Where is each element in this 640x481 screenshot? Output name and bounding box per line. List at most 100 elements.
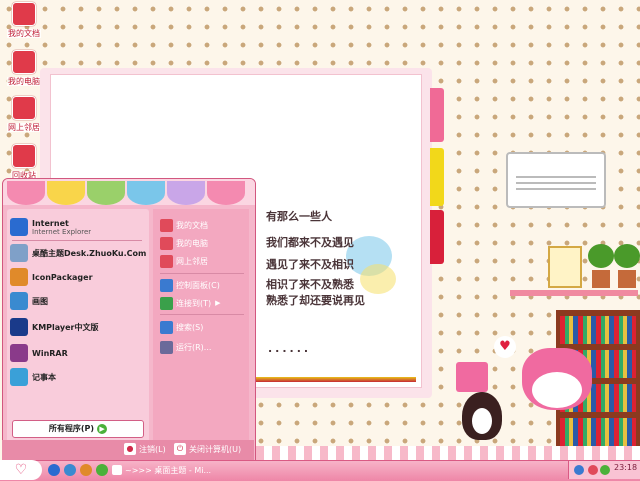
submenu-arrow-icon: ▶ [215, 299, 221, 307]
heart-icon: ♡ [14, 462, 28, 478]
connect-icon [160, 296, 173, 310]
winrar-icon [10, 344, 28, 362]
item-title: 桌酷主题Desk.ZhuoKu.Com [32, 248, 146, 258]
network-icon [12, 96, 36, 120]
desktop-icon-network[interactable]: 网上邻居 [4, 96, 44, 133]
volume-tray-icon[interactable] [588, 465, 598, 475]
start-button[interactable]: ♡ [0, 460, 42, 480]
item-title: Internet [32, 218, 69, 228]
run-icon [160, 340, 173, 354]
wall-shelf [510, 290, 638, 296]
checkered-floor [256, 446, 640, 460]
paint-splash [360, 264, 396, 294]
all-programs-label: 所有程序(P) [48, 424, 95, 433]
item-label: 控制面板(C) [176, 280, 220, 290]
item-label: 搜索(S) [176, 322, 204, 332]
plant-pot-illustration [588, 244, 614, 290]
item-title: IconPackager [32, 272, 93, 282]
desktop-icon-recycle-bin[interactable]: 回收站 [4, 144, 44, 181]
start-item-run[interactable]: 运行(R)... [160, 338, 246, 356]
start-item-notepad[interactable]: 记事本 [10, 366, 146, 388]
start-item-search[interactable]: 搜索(S) [160, 318, 246, 336]
search-icon [160, 320, 173, 334]
start-item-connect-to[interactable]: 连接到(T) ▶ [160, 294, 246, 312]
desktop-icon-label: 我的文档 [7, 29, 41, 38]
wallpaper-text-line: 遇见了来不及相识 [266, 258, 354, 271]
quicklaunch-app-icon[interactable] [96, 464, 108, 476]
recycle-bin-icon [12, 144, 36, 168]
wallpaper-text-line: 相识了来不及熟悉 [266, 278, 354, 291]
item-subtitle: Internet Explorer [32, 227, 92, 236]
air-conditioner-illustration [506, 152, 606, 208]
computer-icon [160, 236, 173, 250]
iconpackager-icon [10, 268, 28, 286]
logoff-label: 注销(L) [139, 444, 166, 454]
start-menu-header [3, 179, 255, 205]
penguin-illustration [462, 392, 502, 440]
zhuoku-icon [10, 244, 28, 262]
start-item-my-documents[interactable]: 我的文档 [160, 216, 246, 234]
all-programs-button[interactable]: 所有程序(P) ▶ [12, 420, 144, 438]
wallpaper-dots: ...... [268, 342, 312, 355]
notebook-bottom-bar [240, 377, 416, 382]
start-item-my-computer[interactable]: 我的电脑 [160, 234, 246, 252]
network-icon [160, 254, 173, 268]
menu-separator [160, 273, 244, 274]
notepad-icon [10, 368, 28, 386]
qq-tray-icon[interactable] [600, 465, 610, 475]
desktop-icon-label: 网上邻居 [7, 123, 41, 132]
start-item-kmplayer[interactable]: KMPlayer中文版 [10, 316, 146, 338]
kmplayer-icon [10, 318, 28, 336]
folder-icon [12, 2, 36, 26]
item-label: 网上邻居 [176, 256, 208, 266]
menu-separator [160, 314, 244, 315]
wallpaper-text-line: 我们都来不及遇见 [266, 236, 354, 249]
start-item-iconpackager[interactable]: IconPackager [10, 266, 146, 288]
taskbar-item[interactable]: ~>>> 桌面主题 - Mi... [112, 462, 211, 478]
item-label: 连接到(T) [176, 298, 212, 308]
fox-mascot-face [532, 372, 582, 408]
wallpaper-text-line: 有那么一些人 [266, 210, 332, 223]
taskbar-item-label: ~>>> 桌面主题 - Mi... [125, 465, 212, 475]
picture-frame-illustration [548, 246, 582, 288]
quicklaunch-desktop-icon[interactable] [64, 464, 76, 476]
computer-icon [12, 50, 36, 74]
plant-pot-illustration [614, 244, 640, 290]
desktop-icon-label: 我的电脑 [7, 77, 41, 86]
item-title: KMPlayer中文版 [32, 322, 99, 332]
start-item-paint[interactable]: 画图 [10, 290, 146, 312]
desktop-icon-my-documents[interactable]: 我的文档 [4, 2, 44, 39]
folder-icon [160, 218, 173, 232]
taskbar-clock: 23:18 [614, 463, 638, 472]
desktop-icon-my-computer[interactable]: 我的电脑 [4, 50, 44, 87]
item-title: WinRAR [32, 348, 68, 358]
start-item-internet[interactable]: Internet Internet Explorer [10, 216, 146, 238]
shutdown-label: 关闭计算机(U) [189, 444, 242, 454]
paint-icon [10, 292, 28, 310]
notebook-tab [430, 88, 444, 142]
control-panel-icon [160, 278, 173, 292]
notebook-tab [430, 148, 444, 206]
item-label: 我的电脑 [176, 238, 208, 248]
network-tray-icon[interactable] [574, 465, 584, 475]
wallpaper-text-line: 熟悉了却还要说再见 [266, 294, 365, 307]
item-label: 我的文档 [176, 220, 208, 230]
heart-icon: ♥ [494, 336, 516, 358]
window-icon [112, 465, 122, 475]
start-item-control-panel[interactable]: 控制面板(C) [160, 276, 246, 294]
arrow-right-icon: ▶ [97, 424, 108, 434]
item-title: 画图 [32, 296, 48, 306]
menu-separator [12, 240, 142, 241]
power-icon: ⏻ [174, 443, 186, 455]
key-icon: ● [124, 443, 136, 455]
item-label: 运行(R)... [176, 342, 212, 352]
notebook-tab [430, 210, 444, 264]
start-item-network[interactable]: 网上邻居 [160, 252, 246, 270]
shutdown-button[interactable]: ⏻ 关闭计算机(U) [174, 443, 241, 455]
quicklaunch-ie-icon[interactable] [48, 464, 60, 476]
start-item-zhuoku[interactable]: 桌酷主题Desk.ZhuoKu.Com [10, 242, 146, 264]
quicklaunch-media-icon[interactable] [80, 464, 92, 476]
logoff-button[interactable]: ● 注销(L) [124, 443, 166, 455]
item-title: 记事本 [32, 372, 56, 382]
start-item-winrar[interactable]: WinRAR [10, 342, 146, 364]
